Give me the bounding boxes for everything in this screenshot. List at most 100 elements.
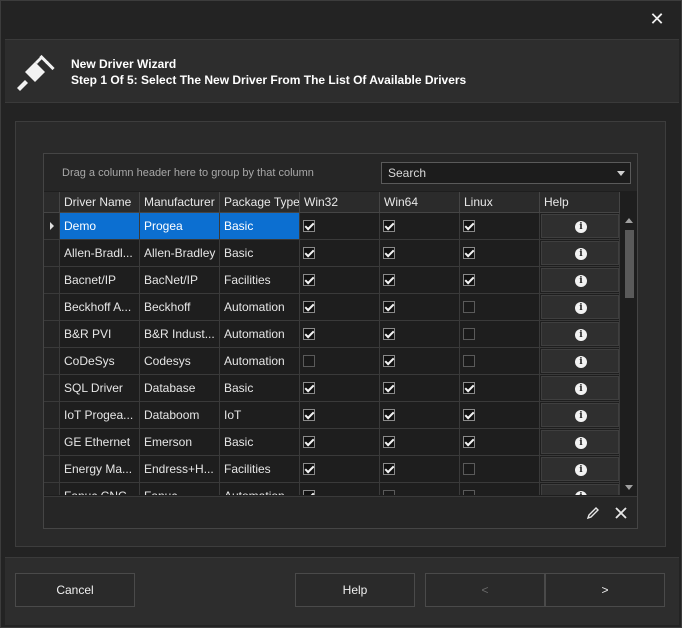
win64-checkbox[interactable]	[383, 490, 395, 495]
chevron-down-icon[interactable]	[617, 171, 625, 176]
win32-checkbox[interactable]	[303, 409, 315, 421]
row-indicator[interactable]	[44, 429, 60, 456]
manufacturer-cell[interactable]: Beckhoff	[140, 294, 220, 321]
col-manufacturer-header[interactable]: Manufacturer	[140, 192, 220, 213]
win32-checkbox[interactable]	[303, 301, 315, 313]
package-type-cell[interactable]: Automation	[220, 294, 300, 321]
manufacturer-cell[interactable]: Allen-Bradley	[140, 240, 220, 267]
scroll-up-icon[interactable]	[625, 218, 633, 223]
driver-name-cell[interactable]: Fanuc CNC	[60, 483, 140, 495]
driver-help-button[interactable]: i	[541, 214, 619, 238]
win32-checkbox[interactable]	[303, 463, 315, 475]
package-type-cell[interactable]: Automation	[220, 348, 300, 375]
cancel-button[interactable]: Cancel	[15, 573, 135, 607]
row-indicator[interactable]	[44, 267, 60, 294]
scroll-thumb[interactable]	[625, 230, 634, 298]
table-row[interactable]: Bacnet/IP BacNet/IP Facilities i	[44, 267, 621, 294]
driver-help-button[interactable]: i	[541, 484, 619, 495]
close-window-button[interactable]: ✕	[647, 9, 667, 29]
driver-name-cell[interactable]: Demo	[60, 213, 140, 240]
table-row[interactable]: Fanuc CNCFanucAutomation i	[44, 483, 621, 495]
package-type-cell[interactable]: IoT	[220, 402, 300, 429]
table-row[interactable]: Beckhoff A... Beckhoff Automation i	[44, 294, 621, 321]
win32-checkbox[interactable]	[303, 328, 315, 340]
col-help-header[interactable]: Help	[540, 192, 620, 213]
pencil-icon[interactable]	[585, 505, 601, 521]
col-win64-header[interactable]: Win64	[380, 192, 460, 213]
linux-checkbox[interactable]	[463, 220, 475, 232]
manufacturer-cell[interactable]: Endress+H...	[140, 456, 220, 483]
manufacturer-cell[interactable]: BacNet/IP	[140, 267, 220, 294]
linux-checkbox[interactable]	[463, 490, 475, 495]
linux-checkbox[interactable]	[463, 247, 475, 259]
win64-checkbox[interactable]	[383, 355, 395, 367]
close-icon[interactable]	[613, 505, 629, 521]
driver-name-cell[interactable]: Energy Ma...	[60, 456, 140, 483]
row-indicator[interactable]	[44, 483, 60, 495]
table-row[interactable]: SQL Driver Database Basic i	[44, 375, 621, 402]
win32-checkbox[interactable]	[303, 274, 315, 286]
win64-checkbox[interactable]	[383, 382, 395, 394]
linux-checkbox[interactable]	[463, 301, 475, 313]
manufacturer-cell[interactable]: Codesys	[140, 348, 220, 375]
linux-checkbox[interactable]	[463, 382, 475, 394]
driver-name-cell[interactable]: Allen-Bradl...	[60, 240, 140, 267]
table-row[interactable]: Allen-Bradl... Allen-Bradley Basic i	[44, 240, 621, 267]
win32-checkbox[interactable]	[303, 355, 315, 367]
scroll-down-icon[interactable]	[625, 485, 633, 490]
row-indicator[interactable]	[44, 321, 60, 348]
linux-checkbox[interactable]	[463, 463, 475, 475]
win64-checkbox[interactable]	[383, 436, 395, 448]
driver-help-button[interactable]: i	[541, 241, 619, 265]
col-package-type-header[interactable]: Package Type	[220, 192, 300, 213]
win32-checkbox[interactable]	[303, 220, 315, 232]
package-type-cell[interactable]: Facilities	[220, 456, 300, 483]
package-type-cell[interactable]: Basic	[220, 240, 300, 267]
driver-name-cell[interactable]: GE Ethernet	[60, 429, 140, 456]
win64-checkbox[interactable]	[383, 301, 395, 313]
driver-help-button[interactable]: i	[541, 349, 619, 373]
driver-help-button[interactable]: i	[541, 322, 619, 346]
row-indicator[interactable]	[44, 213, 60, 240]
win64-checkbox[interactable]	[383, 247, 395, 259]
manufacturer-cell[interactable]: Emerson	[140, 429, 220, 456]
driver-name-cell[interactable]: Beckhoff A...	[60, 294, 140, 321]
table-row[interactable]: Energy Ma... Endress+H... Facilities i	[44, 456, 621, 483]
table-row[interactable]: Demo Progea Basic i	[44, 213, 621, 240]
win64-checkbox[interactable]	[383, 274, 395, 286]
driver-name-cell[interactable]: B&R PVI	[60, 321, 140, 348]
package-type-cell[interactable]: Basic	[220, 213, 300, 240]
row-indicator[interactable]	[44, 294, 60, 321]
table-row[interactable]: IoT Progea... Databoom IoT i	[44, 402, 621, 429]
manufacturer-cell[interactable]: Database	[140, 375, 220, 402]
row-indicator[interactable]	[44, 348, 60, 375]
col-driver-name-header[interactable]: Driver Name	[60, 192, 140, 213]
manufacturer-cell[interactable]: Progea	[140, 213, 220, 240]
driver-help-button[interactable]: i	[541, 268, 619, 292]
driver-name-cell[interactable]: CoDeSys	[60, 348, 140, 375]
manufacturer-cell[interactable]: Databoom	[140, 402, 220, 429]
back-button[interactable]: <	[425, 573, 545, 607]
search-combo[interactable]: Search	[381, 162, 631, 184]
package-type-cell[interactable]: Basic	[220, 429, 300, 456]
linux-checkbox[interactable]	[463, 436, 475, 448]
row-indicator[interactable]	[44, 456, 60, 483]
group-panel[interactable]: Drag a column header here to group by th…	[44, 154, 637, 191]
win32-checkbox[interactable]	[303, 382, 315, 394]
linux-checkbox[interactable]	[463, 355, 475, 367]
win32-checkbox[interactable]	[303, 436, 315, 448]
win64-checkbox[interactable]	[383, 409, 395, 421]
linux-checkbox[interactable]	[463, 274, 475, 286]
package-type-cell[interactable]: Automation	[220, 321, 300, 348]
win32-checkbox[interactable]	[303, 490, 315, 495]
driver-help-button[interactable]: i	[541, 376, 619, 400]
manufacturer-cell[interactable]: Fanuc	[140, 483, 220, 495]
manufacturer-cell[interactable]: B&R Indust...	[140, 321, 220, 348]
col-win32-header[interactable]: Win32	[300, 192, 380, 213]
driver-name-cell[interactable]: Bacnet/IP	[60, 267, 140, 294]
win64-checkbox[interactable]	[383, 328, 395, 340]
driver-help-button[interactable]: i	[541, 457, 619, 481]
linux-checkbox[interactable]	[463, 409, 475, 421]
col-linux-header[interactable]: Linux	[460, 192, 540, 213]
win64-checkbox[interactable]	[383, 463, 395, 475]
